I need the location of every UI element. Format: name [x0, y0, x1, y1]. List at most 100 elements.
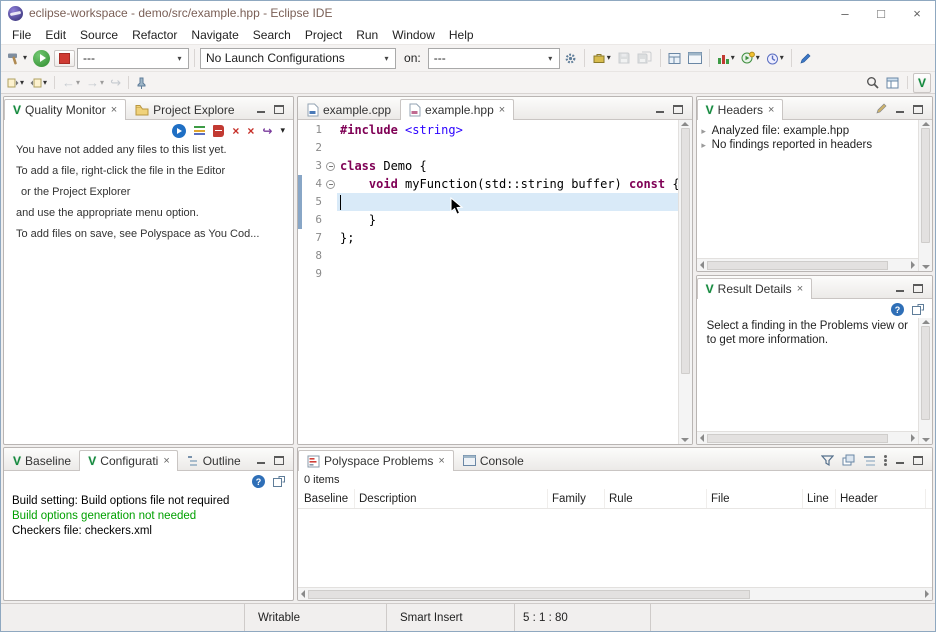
- close-icon[interactable]: ×: [797, 283, 803, 295]
- scroll-thumb[interactable]: [681, 128, 690, 374]
- scroll-right-icon[interactable]: [911, 434, 915, 442]
- chevron-right-icon[interactable]: ▸: [699, 140, 709, 151]
- prev-annotation-button[interactable]: ▾: [5, 76, 26, 90]
- results-folder-combo[interactable]: --- ▾: [77, 48, 189, 69]
- scroll-down-icon[interactable]: [922, 438, 930, 442]
- menu-refactor[interactable]: Refactor: [125, 26, 184, 44]
- new-wizard-button[interactable]: ▾: [590, 50, 613, 66]
- scroll-track[interactable]: [919, 128, 932, 263]
- export-icon[interactable]: ↪: [262, 125, 272, 137]
- delete-icon[interactable]: ×: [232, 125, 239, 137]
- chevron-down-icon[interactable]: ▾: [543, 54, 558, 63]
- target-settings-button[interactable]: [562, 51, 579, 66]
- search-button[interactable]: [864, 75, 882, 91]
- run-polyspace-button[interactable]: [31, 49, 52, 68]
- profile-button[interactable]: ▾: [764, 51, 786, 66]
- remove-file-icon[interactable]: [213, 125, 224, 137]
- scroll-down-icon[interactable]: [681, 438, 689, 442]
- pin-editor-button[interactable]: [134, 76, 149, 90]
- column-header-header[interactable]: Header: [836, 489, 926, 508]
- menu-window[interactable]: Window: [385, 26, 442, 44]
- column-header-file[interactable]: File: [707, 489, 803, 508]
- scroll-track[interactable]: [919, 326, 932, 436]
- problems-table-body[interactable]: [298, 509, 932, 587]
- scroll-left-icon[interactable]: [301, 590, 305, 598]
- tab-configuration[interactable]: V Configurati ×: [79, 450, 177, 471]
- polyspace-perspective-button[interactable]: V: [913, 73, 931, 93]
- editor-tab-example-cpp[interactable]: example.cpp: [298, 99, 400, 119]
- code-line-7[interactable]: 7};: [298, 229, 678, 247]
- minimize-panel-icon[interactable]: [655, 105, 665, 114]
- scroll-left-icon[interactable]: [700, 434, 704, 442]
- maximize-panel-icon[interactable]: [274, 456, 284, 465]
- tab-polyspace-problems[interactable]: Polyspace Problems ×: [298, 450, 454, 471]
- scroll-thumb[interactable]: [921, 326, 930, 420]
- vertical-scrollbar[interactable]: [918, 318, 932, 444]
- scroll-track[interactable]: [707, 261, 908, 270]
- scroll-right-icon[interactable]: [911, 261, 915, 269]
- scroll-track[interactable]: [308, 590, 922, 599]
- edit-pencil-icon[interactable]: [875, 103, 887, 115]
- scroll-track[interactable]: [679, 128, 692, 436]
- code-line-4[interactable]: 4 void myFunction(std::string buffer) co…: [298, 175, 678, 193]
- menu-run[interactable]: Run: [349, 26, 385, 44]
- code-line-6[interactable]: 6 }: [298, 211, 678, 229]
- minimize-panel-icon[interactable]: [256, 105, 266, 114]
- menu-help[interactable]: Help: [442, 26, 481, 44]
- chevron-right-icon[interactable]: ▸: [699, 126, 709, 137]
- code-line-1[interactable]: 1#include <string>: [298, 121, 678, 139]
- scroll-down-icon[interactable]: [922, 265, 930, 269]
- group-by-icon[interactable]: [863, 454, 876, 467]
- horizontal-scrollbar[interactable]: [697, 258, 918, 271]
- code-line-9[interactable]: 9: [298, 265, 678, 283]
- minimize-panel-icon[interactable]: [895, 284, 905, 293]
- open-perspective-button[interactable]: [884, 75, 902, 91]
- menu-project[interactable]: Project: [298, 26, 349, 44]
- column-header-baseline[interactable]: Baseline: [300, 489, 355, 508]
- console-view-button[interactable]: [686, 51, 704, 65]
- annotation-marker-button[interactable]: [797, 51, 814, 66]
- code-line-3[interactable]: 3class Demo {: [298, 157, 678, 175]
- editor-tab-example-hpp[interactable]: example.hpp ×: [400, 99, 514, 120]
- close-icon[interactable]: ×: [768, 104, 774, 116]
- open-window-icon[interactable]: [912, 304, 924, 315]
- header-tree-item[interactable]: ▸No findings reported in headers: [697, 138, 918, 152]
- scroll-thumb[interactable]: [921, 128, 930, 243]
- stop-analysis-button[interactable]: [54, 50, 75, 67]
- maximize-panel-icon[interactable]: [913, 456, 923, 465]
- launch-configuration-combo[interactable]: No Launch Configurations ▾: [200, 48, 396, 69]
- scroll-thumb[interactable]: [707, 261, 888, 270]
- scroll-left-icon[interactable]: [700, 261, 704, 269]
- forward-button[interactable]: → ▾: [84, 75, 106, 90]
- tab-console[interactable]: Console: [454, 450, 533, 470]
- column-header-family[interactable]: Family: [548, 489, 605, 508]
- tab-outline[interactable]: Outline: [178, 450, 249, 470]
- launch-target-combo[interactable]: --- ▾: [428, 48, 560, 69]
- horizontal-scrollbar[interactable]: [298, 587, 932, 600]
- menu-source[interactable]: Source: [73, 26, 125, 44]
- column-header-line[interactable]: Line: [803, 489, 836, 508]
- view-menu-icon[interactable]: [884, 454, 887, 467]
- last-edit-location-button[interactable]: ↪: [108, 75, 123, 90]
- help-icon[interactable]: ?: [252, 475, 265, 488]
- menu-file[interactable]: File: [5, 26, 38, 44]
- delete-all-icon[interactable]: ×: [247, 125, 254, 137]
- scroll-thumb[interactable]: [308, 590, 750, 599]
- vertical-scrollbar[interactable]: [678, 120, 692, 444]
- tab-project-explorer[interactable]: Project Explore: [126, 99, 243, 119]
- minimize-panel-icon[interactable]: [256, 456, 266, 465]
- menu-edit[interactable]: Edit: [38, 26, 73, 44]
- code-line-5[interactable]: 5: [298, 193, 678, 211]
- close-icon[interactable]: ×: [499, 104, 505, 116]
- tab-headers[interactable]: V Headers ×: [697, 99, 784, 120]
- minimize-panel-icon[interactable]: [895, 456, 905, 465]
- run-list-icon[interactable]: [172, 124, 186, 138]
- close-icon[interactable]: ×: [163, 455, 169, 467]
- view-menu-icon[interactable]: ▾: [280, 125, 285, 136]
- save-all-button[interactable]: [635, 50, 655, 66]
- filter-funnel-icon[interactable]: [821, 454, 834, 467]
- scroll-track[interactable]: [707, 434, 908, 443]
- run-history-button[interactable]: ▾: [739, 50, 762, 66]
- help-icon[interactable]: ?: [891, 303, 904, 316]
- maximize-panel-icon[interactable]: [913, 105, 923, 114]
